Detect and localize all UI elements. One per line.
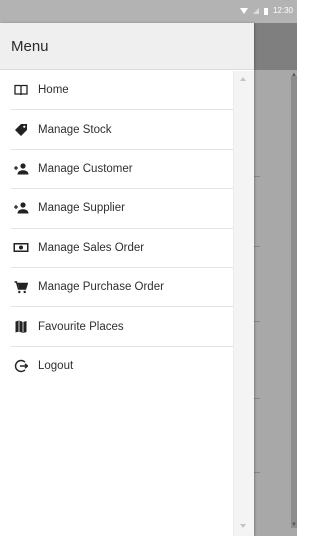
menu-item-label: Manage Supplier xyxy=(38,202,125,215)
map-icon xyxy=(13,320,29,334)
signal-icon xyxy=(252,8,259,14)
menu-item-logout[interactable]: Logout xyxy=(11,347,233,386)
money-icon xyxy=(13,241,29,255)
menu-item-favourite-places[interactable]: Favourite Places xyxy=(11,307,233,347)
menu-item-home[interactable]: Home xyxy=(11,71,233,111)
menu-item-label: Manage Stock xyxy=(38,123,112,136)
menu-item-manage-stock[interactable]: Manage Stock xyxy=(11,110,233,150)
menu-item-manage-supplier[interactable]: Manage Supplier xyxy=(11,189,233,229)
menu-item-label: Logout xyxy=(38,360,74,373)
drawer-scrollbar[interactable] xyxy=(233,71,254,536)
menu-item-manage-purchase-order[interactable]: Manage Purchase Order xyxy=(11,268,233,308)
menu-item-label: Home xyxy=(38,84,69,97)
logout-icon xyxy=(13,359,29,373)
menu-item-label: Manage Purchase Order xyxy=(38,281,164,294)
add-user-icon xyxy=(13,201,29,215)
scroll-up-icon[interactable] xyxy=(240,77,246,81)
menu-item-label: Manage Customer xyxy=(38,162,133,175)
add-user-icon xyxy=(13,162,29,176)
menu-item-manage-customer[interactable]: Manage Customer xyxy=(11,150,233,190)
menu-item-label: Favourite Places xyxy=(38,320,124,333)
wifi-icon xyxy=(239,8,248,14)
status-time: 12:30 xyxy=(272,6,293,15)
scroll-down-icon[interactable] xyxy=(240,524,246,528)
tag-icon xyxy=(13,123,29,137)
background-scrollbar[interactable] xyxy=(291,76,297,528)
menu-list: Home Manage Stock Manage Customer Manage… xyxy=(0,71,233,386)
navigation-drawer: Menu Home Manage Stock Manage Customer M… xyxy=(0,23,254,536)
menu-item-manage-sales-order[interactable]: Manage Sales Order xyxy=(11,229,233,268)
battery-icon xyxy=(263,7,268,15)
menu-item-label: Manage Sales Order xyxy=(38,241,145,254)
drawer-title: Menu xyxy=(11,37,49,55)
background-scroll-up-icon[interactable]: ▲ xyxy=(291,72,297,78)
drawer-header: Menu xyxy=(0,23,254,70)
background-scroll-down-icon[interactable]: ▼ xyxy=(291,522,297,528)
cart-icon xyxy=(13,280,29,294)
book-icon xyxy=(13,83,29,97)
status-bar: 12:30 xyxy=(0,0,297,23)
